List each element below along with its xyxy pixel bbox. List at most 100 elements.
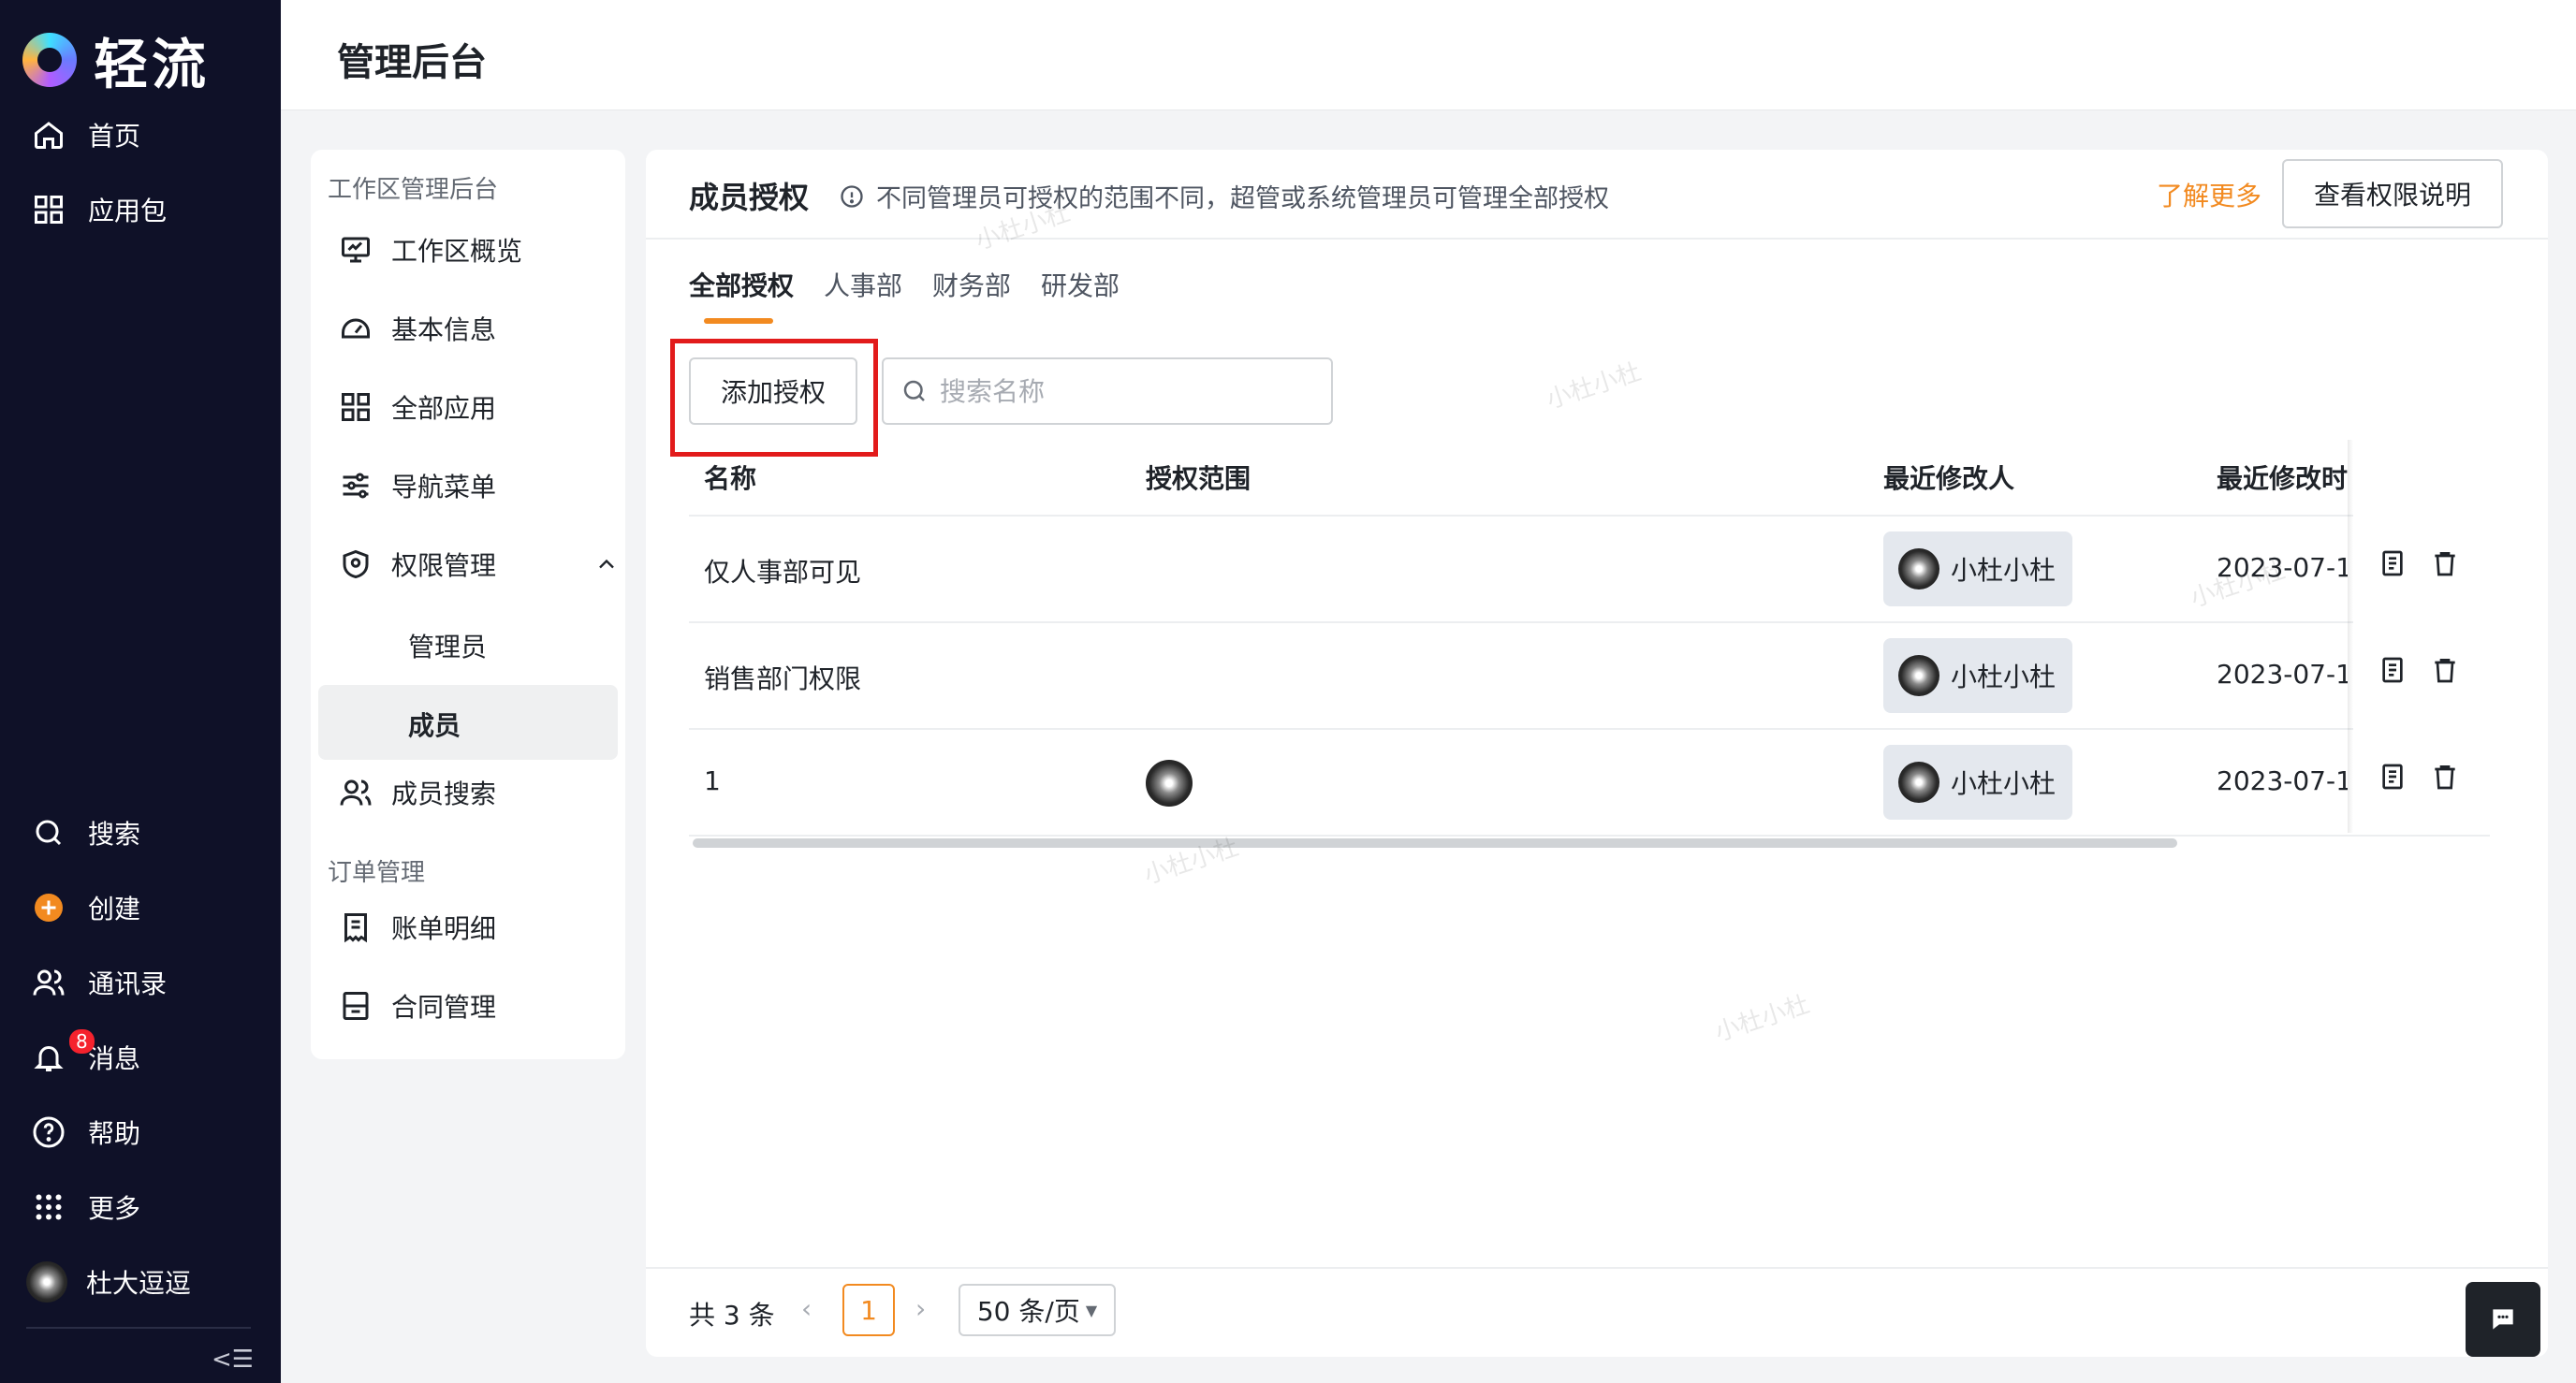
submenu-item-nav-menu[interactable]: 导航菜单 [339,462,496,509]
nav-user[interactable]: 杜大逗逗 [26,1261,191,1303]
user-avatar [26,1261,67,1303]
submenu-item-all-apps[interactable]: 全部应用 [339,384,496,430]
sliders-icon [343,473,369,499]
submenu-label: 导航菜单 [391,472,497,502]
tab-hr[interactable]: 人事部 [824,266,902,303]
table-bottom-border [689,835,2490,837]
contacts-icon [33,969,65,996]
learn-more-link[interactable]: 了解更多 [2157,176,2261,213]
next-page-icon[interactable]: › [915,1293,926,1324]
submenu-item-permissions[interactable]: 权限管理 [339,541,620,588]
total-count: 共 3 条 [689,1300,775,1331]
nav-item-search[interactable]: 搜索 [32,812,140,853]
nav-item-messages[interactable]: 8 消息 [32,1029,140,1078]
nav-item-contacts[interactable]: 通讯录 [32,962,167,1003]
nav-item-more[interactable]: 更多 [32,1186,140,1228]
column-header-modified-time: 最近修改时间 [2217,463,2348,494]
edit-icon[interactable] [2378,655,2408,685]
chevron-up-icon [599,559,614,569]
tab-rnd[interactable]: 研发部 [1041,266,1120,303]
top-header: 管理后台 [281,0,2576,110]
admin-submenu: 工作区管理后台 工作区概览 基本信息 全部应用 导航菜单 权限管理 管理员 成员… [311,150,625,1059]
chat-button[interactable] [2466,1282,2540,1357]
row-name: 仅人事部可见 [704,557,862,588]
grid-icon [342,393,370,421]
submenu-item-admins[interactable]: 管理员 [408,627,487,664]
watermark: 小杜小杜 [1711,990,1813,1048]
nav-item-create[interactable]: 创建 [32,887,140,928]
left-nav: 轻流 首页 应用包 搜索 创建 通讯录 8 消息 帮助 更多 杜大逗逗 <☰ [0,0,281,1383]
modifier-chip[interactable]: 小杜小杜 [1883,638,2072,713]
nav-item-home[interactable]: 首页 [32,114,140,155]
submenu-item-bill-detail[interactable]: 账单明细 [339,904,496,951]
gauge-icon [342,318,370,339]
edit-icon[interactable] [2378,762,2408,792]
panel-title: 成员授权 [689,180,810,215]
highlight-box [670,339,878,457]
submenu-label: 成员搜索 [391,779,497,809]
horizontal-scrollbar[interactable] [693,838,2177,848]
home-icon [35,122,63,149]
submenu-group-title: 工作区管理后台 [328,176,499,204]
column-header-scope: 授权范围 [1146,463,1251,494]
modifier-chip[interactable]: 小杜小杜 [1883,745,2072,820]
tab-all[interactable]: 全部授权 [689,266,794,303]
submenu-label: 账单明细 [391,913,497,944]
app-name: 轻流 [94,33,211,96]
nav-item-app-package[interactable]: 应用包 [32,189,167,230]
submenu-label: 基本信息 [391,314,497,345]
chat-icon [2493,1309,2513,1330]
delete-icon[interactable] [2430,762,2460,792]
submenu-item-members[interactable]: 成员 [408,706,461,743]
submenu-label: 合同管理 [391,992,497,1023]
submenu-label: 权限管理 [391,550,497,581]
page-size-value: 50 条/页 [976,1296,1080,1327]
member-auth-panel: 成员授权 不同管理员可授权的范围不同，超管或系统管理员可管理全部授权 了解更多 … [646,150,2548,1357]
page-number-current[interactable]: 1 [842,1284,895,1336]
delete-icon[interactable] [2430,655,2460,685]
tab-finance[interactable]: 财务部 [932,266,1011,303]
submenu-item-contracts[interactable]: 合同管理 [339,983,496,1029]
table-header-divider [689,515,2490,517]
page-size-select[interactable]: 50 条/页 ▼ [959,1284,1116,1336]
delete-icon[interactable] [2430,548,2460,578]
active-tab-indicator [704,318,773,324]
edit-icon[interactable] [2378,548,2408,578]
grid-icon [35,196,63,224]
view-permission-doc-button[interactable]: 查看权限说明 [2282,159,2503,228]
shield-icon [343,549,369,579]
column-header-name: 名称 [704,463,757,494]
search-icon [903,380,925,401]
watermark: 小杜小杜 [1543,357,1645,415]
submenu-label: 工作区概览 [391,236,523,267]
users-icon [340,779,372,806]
modifier-name: 小杜小杜 [1951,555,2056,586]
modifier-avatar [1898,762,1939,803]
user-name: 杜大逗逗 [86,1268,192,1299]
help-icon [33,1116,65,1148]
modifier-avatar [1898,548,1939,590]
message-badge: 8 [69,1029,95,1054]
modifier-chip[interactable]: 小杜小杜 [1883,531,2072,606]
bill-icon [344,913,367,943]
row-time: 2023-07-1 [2217,659,2348,690]
submenu-item-overview[interactable]: 工作区概览 [339,226,522,273]
panel-hint: 不同管理员可授权的范围不同，超管或系统管理员可管理全部授权 [839,178,1609,214]
submenu-item-member-search[interactable]: 成员搜索 [339,769,496,816]
prev-page-icon[interactable]: ‹ [801,1293,812,1324]
watermark: 小杜小杜 [1140,833,1242,891]
row-divider [689,621,2490,623]
submenu-item-basic-info[interactable]: 基本信息 [339,305,496,352]
nav-label: 帮助 [88,1118,141,1149]
submenu-group-title: 订单管理 [328,859,426,887]
active-item-highlight [318,685,618,760]
search-input[interactable] [940,375,1314,407]
caret-down-icon: ▼ [1085,1301,1098,1319]
name-search-box[interactable] [882,357,1333,425]
modifier-name: 小杜小杜 [1951,662,2056,692]
app-logo[interactable]: 轻流 [22,21,210,99]
dots-grid-icon [36,1194,62,1220]
nav-item-help[interactable]: 帮助 [32,1112,140,1153]
collapse-nav-icon[interactable]: <☰ [212,1346,254,1374]
pagination-bar: 共 3 条 ‹ 1 › 50 条/页 ▼ [646,1267,2548,1357]
